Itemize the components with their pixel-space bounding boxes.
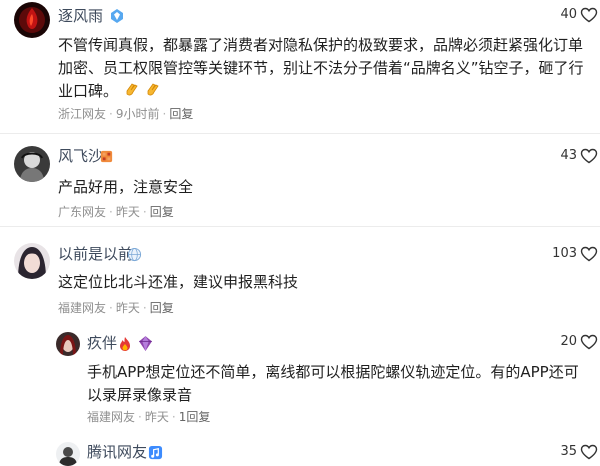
heart-icon[interactable] (580, 147, 598, 165)
avatar-image (14, 243, 50, 279)
timestamp: 9小时前 (115, 107, 160, 121)
location: 福建网友 (58, 301, 107, 315)
comments-page: 逐风雨 40 不管传闻真假，都暴露了消费者对隐私保护的极致要求，品牌必须赶紧强化… (0, 0, 600, 466)
reply-button[interactable]: 回复 (169, 107, 193, 121)
avatar[interactable] (14, 243, 50, 279)
heart-icon[interactable] (580, 245, 598, 263)
comment-item: 以前是以前 103 这定位比北斗还准，建议申报黑科技 福建网友 · 昨天 · 回复 (0, 227, 600, 327)
avatar-image (14, 146, 50, 182)
timestamp: 昨天 (115, 301, 140, 315)
avatar-image (56, 332, 80, 356)
avatar[interactable] (56, 442, 80, 466)
like-count: 103 (552, 246, 577, 261)
avatar[interactable] (14, 2, 50, 38)
diamond-badge-icon (109, 8, 125, 24)
clapping-hands-emoji-icon (144, 81, 162, 99)
timestamp: 昨天 (115, 205, 140, 219)
location: 福建网友 (87, 410, 136, 424)
username[interactable]: 以前是以前 (58, 244, 133, 264)
location: 广东网友 (58, 205, 107, 219)
comment-text: 这定位比北斗还准，建议申报黑科技 (58, 273, 299, 291)
like-count: 40 (560, 7, 577, 22)
heart-icon[interactable] (580, 6, 598, 24)
username[interactable]: 疚伴 (87, 333, 117, 353)
comment-text: 产品好用，注意安全 (58, 178, 194, 196)
comment-meta: 浙江网友 · 9小时前 · 回复 (58, 107, 194, 121)
reply-comment-item: 疚伴 20 手机APP想定位还不简单，离线都可以根据陀螺仪轨迹定位。有的APP还… (0, 327, 600, 433)
flame-badge-icon (117, 336, 133, 352)
avatar-image (14, 2, 50, 38)
like-count: 20 (560, 334, 577, 349)
username[interactable]: 风飞沙 (58, 146, 103, 166)
comment-meta: 福建网友 · 昨天 · 回复 (58, 301, 174, 315)
avatar-image (56, 442, 80, 466)
purple-gem-badge-icon (137, 335, 154, 352)
timestamp: 昨天 (144, 410, 169, 424)
cube-badge-icon (99, 149, 114, 164)
comment-meta: 广东网友 · 昨天 · 回复 (58, 205, 174, 219)
avatar[interactable] (56, 332, 80, 356)
globe-badge-icon (127, 247, 142, 262)
blue-music-badge-icon (148, 445, 163, 460)
heart-icon[interactable] (580, 333, 598, 351)
reply-comment-item: 腾讯网友 35 (0, 433, 600, 466)
username[interactable]: 逐风雨 (58, 6, 103, 26)
comment-meta: 福建网友 · 昨天 · 1回复 (87, 410, 211, 424)
reply-button[interactable]: 回复 (150, 205, 174, 219)
like-count: 35 (560, 444, 577, 459)
reply-count-button[interactable]: 1回复 (179, 410, 211, 424)
comment-text: 手机APP想定位还不简单，离线都可以根据陀螺仪轨迹定位。有的APP还可以录屏录像… (87, 363, 579, 404)
comment-item: 风飞沙 43 产品好用，注意安全 广东网友 · 昨天 · 回复 (0, 134, 600, 226)
like-count: 43 (560, 148, 577, 163)
reply-button[interactable]: 回复 (150, 301, 174, 315)
comment-item: 逐风雨 40 不管传闻真假，都暴露了消费者对隐私保护的极致要求，品牌必须赶紧强化… (0, 0, 600, 130)
avatar[interactable] (14, 146, 50, 182)
heart-icon[interactable] (580, 443, 598, 461)
location: 浙江网友 (58, 107, 107, 121)
clapping-hands-emoji-icon (123, 81, 141, 99)
comment-text: 不管传闻真假，都暴露了消费者对隐私保护的极致要求，品牌必须赶紧强化订单加密、员工… (58, 36, 584, 100)
username[interactable]: 腾讯网友 (87, 442, 147, 462)
